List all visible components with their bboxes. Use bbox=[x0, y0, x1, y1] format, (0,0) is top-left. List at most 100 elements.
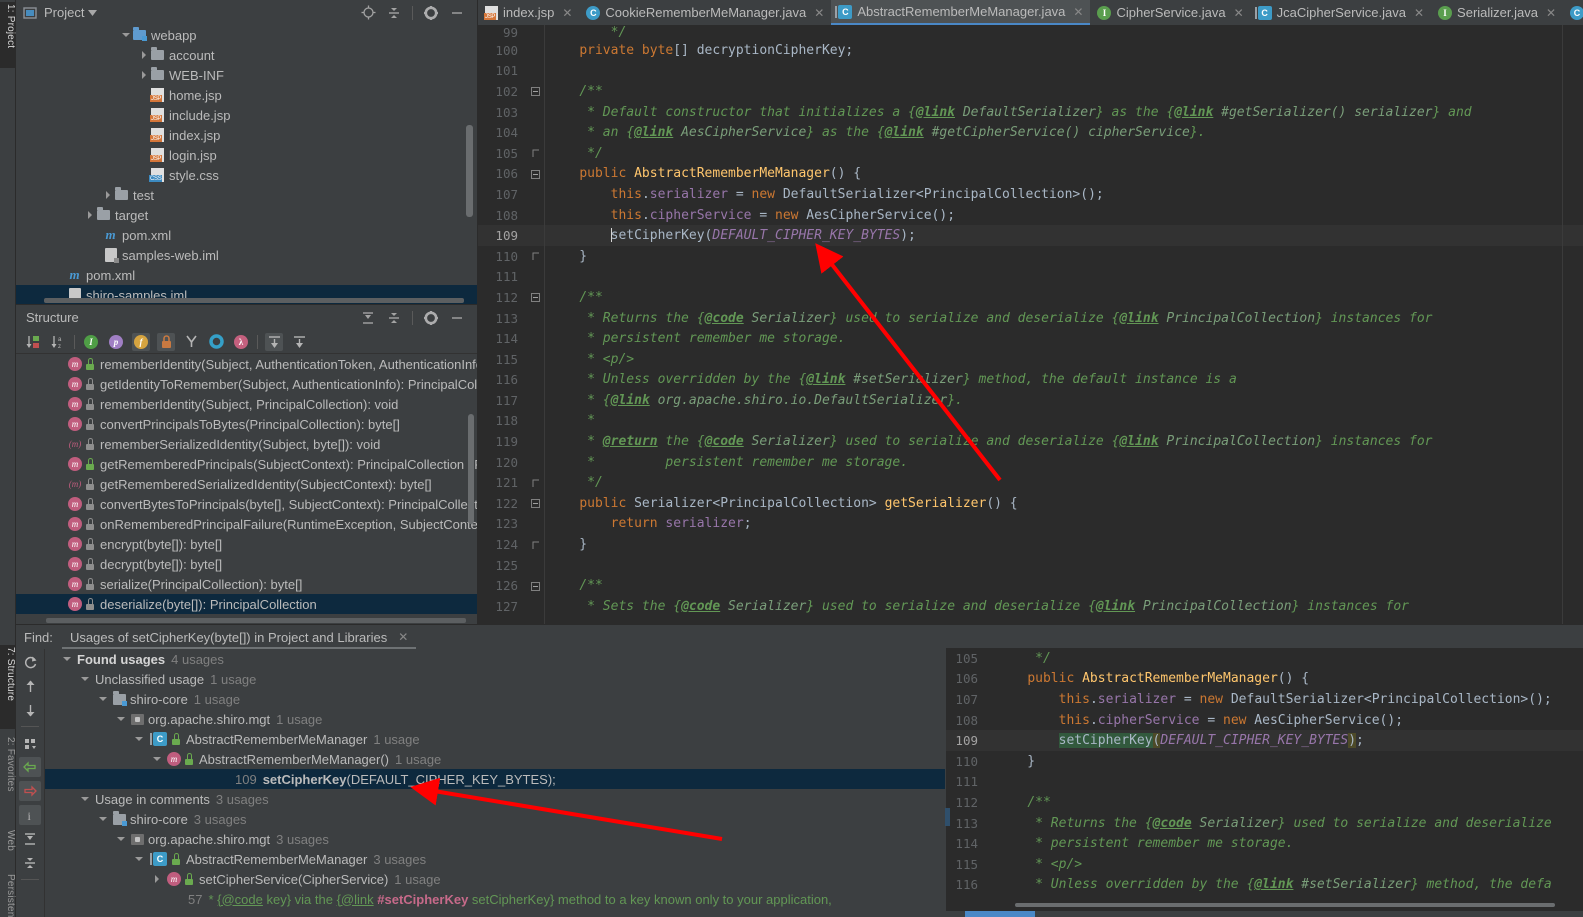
preview-line[interactable]: 107 this.serializer = new DefaultSeriali… bbox=[946, 689, 1583, 710]
editor-line[interactable]: 113 * Returns the {@code Serializer} use… bbox=[478, 308, 1583, 329]
sidebar-tab-structure[interactable]: 7: Structure bbox=[0, 645, 16, 729]
tree-item-login-jsp[interactable]: login.jsp bbox=[16, 145, 477, 165]
rerun-icon[interactable] bbox=[19, 652, 41, 672]
editor-line[interactable]: 107 this.serializer = new DefaultSeriali… bbox=[478, 184, 1583, 205]
editor-line[interactable]: 121 */ bbox=[478, 472, 1583, 493]
collapse-all-icon[interactable] bbox=[386, 310, 402, 326]
chevron-down-icon[interactable] bbox=[134, 734, 145, 745]
structure-item-serialize[interactable]: m serialize(PrincipalCollection): byte[] bbox=[16, 574, 477, 594]
chevron-right-icon[interactable] bbox=[152, 874, 163, 885]
close-icon[interactable]: ✕ bbox=[1234, 6, 1244, 20]
preview-line[interactable]: 116 * Unless overridden by the {@link #s… bbox=[946, 875, 1583, 896]
sidebar-tab-persistence[interactable]: Persistence bbox=[0, 872, 16, 917]
tab-overflow[interactable]: C D bbox=[1563, 0, 1583, 25]
tree-item-pom-xml-inner[interactable]: m pom.xml bbox=[16, 225, 477, 245]
preview-line[interactable]: 111 bbox=[946, 772, 1583, 793]
tree-item-samples-web-iml[interactable]: samples-web.iml bbox=[16, 245, 477, 265]
minimize-icon[interactable] bbox=[449, 5, 465, 21]
show-fields-icon[interactable]: f bbox=[132, 332, 150, 351]
preview-line[interactable]: 106 public AbstractRememberMeManager() { bbox=[946, 669, 1583, 690]
editor-line[interactable]: 114 * persistent remember me storage. bbox=[478, 328, 1583, 349]
project-horizontal-scrollbar[interactable] bbox=[44, 298, 464, 303]
show-lambdas-icon[interactable]: λ bbox=[232, 333, 250, 351]
fold-marker[interactable] bbox=[526, 579, 544, 592]
structure-member-list[interactable]: m rememberIdentity(Subject, Authenticati… bbox=[16, 354, 477, 624]
fold-marker[interactable] bbox=[526, 147, 544, 160]
chevron-down-icon[interactable] bbox=[84, 5, 100, 21]
editor-line[interactable]: 103 * Default constructor that initializ… bbox=[478, 102, 1583, 123]
close-icon[interactable]: ✕ bbox=[398, 630, 408, 644]
editor-line[interactable]: 119 * @return the {@code Serializer} use… bbox=[478, 431, 1583, 452]
structure-item-decrypt[interactable]: m decrypt(byte[]): byte[] bbox=[16, 554, 477, 574]
code-editor[interactable]: 99 */100 private byte[] decryptionCipher… bbox=[478, 25, 1583, 624]
preview-line[interactable]: 105 */ bbox=[946, 648, 1583, 669]
expand-all-icon[interactable] bbox=[19, 829, 41, 849]
editor-line[interactable]: 112 /** bbox=[478, 287, 1583, 308]
tree-item-web-inf[interactable]: WEB-INF bbox=[16, 65, 477, 85]
close-icon[interactable]: ✕ bbox=[562, 6, 572, 20]
tree-item-pom-xml-root[interactable]: m pom.xml bbox=[16, 265, 477, 285]
chevron-down-icon[interactable] bbox=[80, 674, 91, 685]
sidebar-tab-project[interactable]: 1: Project bbox=[0, 2, 16, 68]
structure-item-convertPrincipalsToBytes[interactable]: m convertPrincipalsToBytes(PrincipalColl… bbox=[16, 414, 477, 434]
close-icon[interactable]: ✕ bbox=[1073, 5, 1083, 19]
structure-horizontal-scrollbar[interactable] bbox=[46, 618, 466, 623]
structure-vertical-scrollbar[interactable] bbox=[468, 414, 474, 524]
editor-line[interactable]: 108 this.cipherService = new AesCipherSe… bbox=[478, 205, 1583, 226]
usage-preview-editor[interactable]: 105 */106 public AbstractRememberMeManag… bbox=[945, 648, 1583, 917]
chevron-right-icon[interactable] bbox=[139, 50, 150, 61]
chevron-down-icon[interactable] bbox=[98, 814, 109, 825]
tab-cipherservice-java[interactable]: I CipherService.java ✕ bbox=[1090, 0, 1250, 25]
editor-line[interactable]: 111 bbox=[478, 267, 1583, 288]
minimize-icon[interactable] bbox=[449, 310, 465, 326]
sidebar-tab-web[interactable]: Web bbox=[0, 828, 16, 868]
show-properties-icon[interactable]: p bbox=[107, 333, 125, 351]
tree-item-index-jsp[interactable]: index.jsp bbox=[16, 125, 477, 145]
chevron-down-icon[interactable] bbox=[121, 30, 132, 41]
chevron-down-icon[interactable] bbox=[62, 654, 73, 665]
close-icon[interactable]: ✕ bbox=[1546, 6, 1556, 20]
next-occurrence-icon[interactable] bbox=[19, 700, 41, 720]
structure-item-convertBytesToPrincipals[interactable]: m convertBytesToPrincipals(byte[], Subje… bbox=[16, 494, 477, 514]
tree-item-home-jsp[interactable]: home.jsp bbox=[16, 85, 477, 105]
tree-item-include-jsp[interactable]: include.jsp bbox=[16, 105, 477, 125]
chevron-right-icon[interactable] bbox=[103, 190, 114, 201]
editor-line[interactable]: 117 * {@link org.apache.shiro.io.Default… bbox=[478, 390, 1583, 411]
info-icon[interactable]: i bbox=[19, 805, 41, 825]
structure-item-deserialize[interactable]: m deserialize(byte[]): PrincipalCollecti… bbox=[16, 594, 477, 614]
editor-line[interactable]: 104 * an {@link AesCipherService} as the… bbox=[478, 122, 1583, 143]
tree-item-style-css[interactable]: style.css bbox=[16, 165, 477, 185]
tab-jcacipherservice-java[interactable]: C JcaCipherService.java ✕ bbox=[1251, 0, 1431, 25]
scroll-from-source-icon[interactable] bbox=[265, 332, 283, 351]
tab-index-jsp[interactable]: index.jsp ✕ bbox=[478, 0, 579, 25]
editor-line[interactable]: 124 } bbox=[478, 534, 1583, 555]
chevron-right-icon[interactable] bbox=[85, 210, 96, 221]
fold-marker[interactable] bbox=[526, 250, 544, 263]
fold-marker[interactable] bbox=[526, 497, 544, 510]
editor-line[interactable]: 118 * bbox=[478, 411, 1583, 432]
fold-marker[interactable] bbox=[526, 85, 544, 98]
scroll-to-source-icon[interactable] bbox=[19, 781, 41, 801]
editor-line[interactable]: 110 } bbox=[478, 246, 1583, 267]
preview-line[interactable]: 108 this.cipherService = new AesCipherSe… bbox=[946, 710, 1583, 731]
editor-line[interactable]: 109 setCipherKey(DEFAULT_CIPHER_KEY_BYTE… bbox=[478, 225, 1583, 246]
collapse-all-icon[interactable] bbox=[19, 853, 41, 873]
gear-icon[interactable] bbox=[423, 310, 439, 326]
preview-horizontal-scrollbar[interactable] bbox=[1015, 903, 1555, 907]
preview-line[interactable]: 114 * persistent remember me storage. bbox=[946, 833, 1583, 854]
tree-item-test[interactable]: test bbox=[16, 185, 477, 205]
chevron-right-icon[interactable] bbox=[139, 70, 150, 81]
tree-item-account[interactable]: account bbox=[16, 45, 477, 65]
tree-item-target[interactable]: target bbox=[16, 205, 477, 225]
show-non-public-icon[interactable] bbox=[157, 332, 175, 351]
editor-line[interactable]: 122 public Serializer<PrincipalCollectio… bbox=[478, 493, 1583, 514]
show-inherited-icon[interactable]: I bbox=[82, 333, 100, 351]
editor-line[interactable]: 101 bbox=[478, 61, 1583, 82]
editor-line[interactable]: 106 public AbstractRememberMeManager() { bbox=[478, 164, 1583, 185]
sort-by-visibility-icon[interactable] bbox=[24, 333, 42, 351]
preview-scroll-track[interactable] bbox=[945, 911, 1583, 917]
find-results-tab[interactable]: Usages of setCipherKey(byte[]) in Projec… bbox=[62, 625, 417, 649]
editor-line[interactable]: 115 * <p/> bbox=[478, 349, 1583, 370]
project-view-icon[interactable] bbox=[22, 5, 38, 21]
editor-line[interactable]: 125 bbox=[478, 555, 1583, 576]
